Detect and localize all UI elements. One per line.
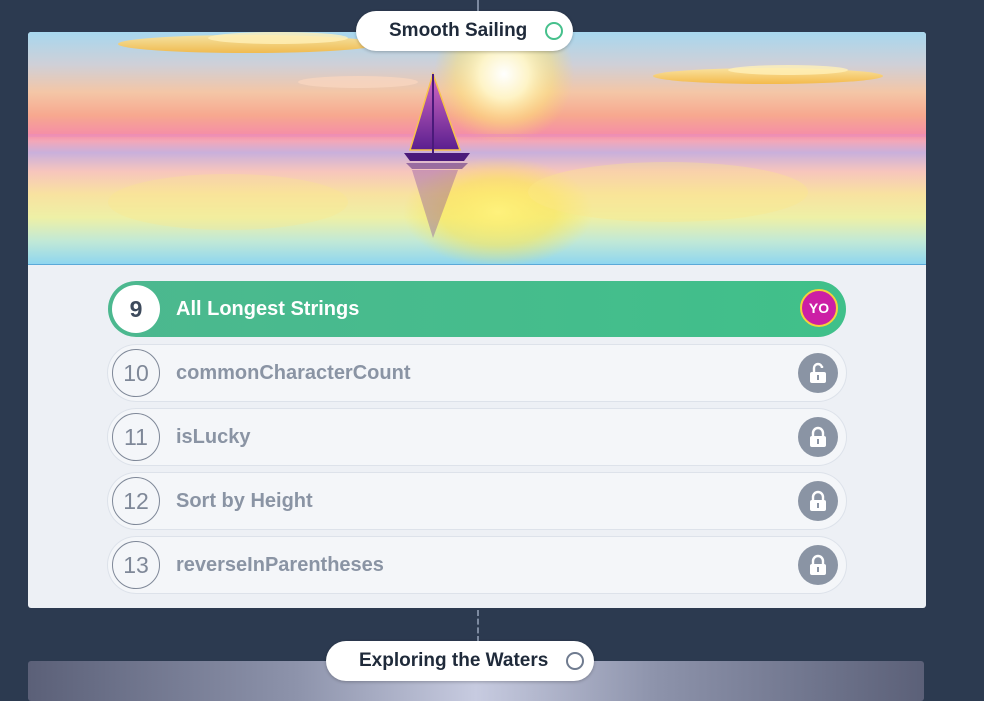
task-number: 11 (112, 413, 160, 461)
unlocked-icon (798, 353, 838, 393)
task-row-current[interactable]: 9 All Longest Strings YO (108, 281, 846, 337)
task-row[interactable]: 13 reverseInParentheses (108, 537, 846, 593)
task-number: 12 (112, 477, 160, 525)
level-badge-exploring-the-waters[interactable]: Exploring the Waters (326, 641, 595, 681)
sunset-sailboat-illustration (28, 32, 926, 265)
task-number: 13 (112, 541, 160, 589)
lock-icon (798, 545, 838, 585)
lock-icon (798, 417, 838, 457)
level-title: Exploring the Waters (359, 650, 549, 671)
task-title: commonCharacterCount (176, 361, 411, 384)
task-title: isLucky (176, 425, 251, 448)
level-title: Smooth Sailing (389, 20, 528, 41)
task-title: Sort by Height (176, 489, 313, 512)
task-number: 10 (112, 349, 160, 397)
circle-outline-icon (545, 22, 564, 40)
circle-outline-icon (566, 652, 585, 670)
path-connector-bottom (477, 610, 479, 642)
task-title: All Longest Strings (176, 297, 360, 320)
task-number: 9 (112, 285, 160, 333)
user-avatar[interactable]: YO (800, 289, 838, 327)
task-row[interactable]: 10 commonCharacterCount (108, 345, 846, 401)
task-row[interactable]: 11 isLucky (108, 409, 846, 465)
level-badge-smooth-sailing[interactable]: Smooth Sailing (356, 11, 574, 51)
task-row[interactable]: 12 Sort by Height (108, 473, 846, 529)
task-title: reverseInParentheses (176, 553, 384, 576)
lock-icon (798, 481, 838, 521)
